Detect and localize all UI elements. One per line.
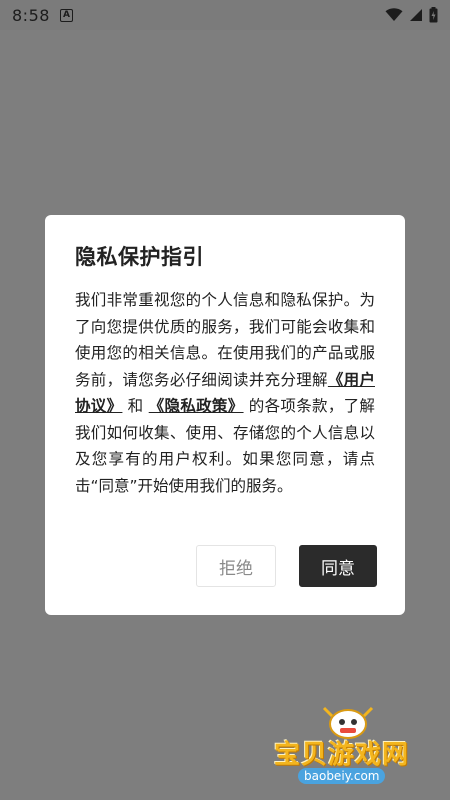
- privacy-policy-link[interactable]: 《隐私政策》: [149, 397, 244, 415]
- signal-icon: [410, 9, 422, 21]
- watermark-logo: 宝贝游戏网 baobeiy.com: [272, 700, 422, 790]
- watermark-url: baobeiy.com: [298, 768, 386, 784]
- privacy-dialog: 隐私保护指引 我们非常重视您的个人信息和隐私保护。为了向您提供优质的服务，我们可…: [45, 215, 405, 615]
- dialog-body: 我们非常重视您的个人信息和隐私保护。为了向您提供优质的服务，我们可能会收集和使用…: [75, 287, 375, 499]
- body-text-and: 和: [127, 397, 144, 415]
- status-right: [385, 7, 438, 23]
- agree-button[interactable]: 同意: [299, 545, 377, 587]
- refuse-button[interactable]: 拒绝: [196, 545, 276, 587]
- status-bar: 8:58 A: [0, 0, 450, 30]
- dialog-title: 隐私保护指引: [75, 245, 204, 269]
- a-notification-icon: A: [59, 8, 73, 22]
- watermark-brand: 宝贝游戏网: [274, 740, 410, 770]
- status-time: 8:58: [12, 5, 50, 25]
- status-left: 8:58 A: [12, 6, 73, 25]
- battery-icon: [429, 7, 438, 23]
- wifi-icon: [385, 8, 403, 21]
